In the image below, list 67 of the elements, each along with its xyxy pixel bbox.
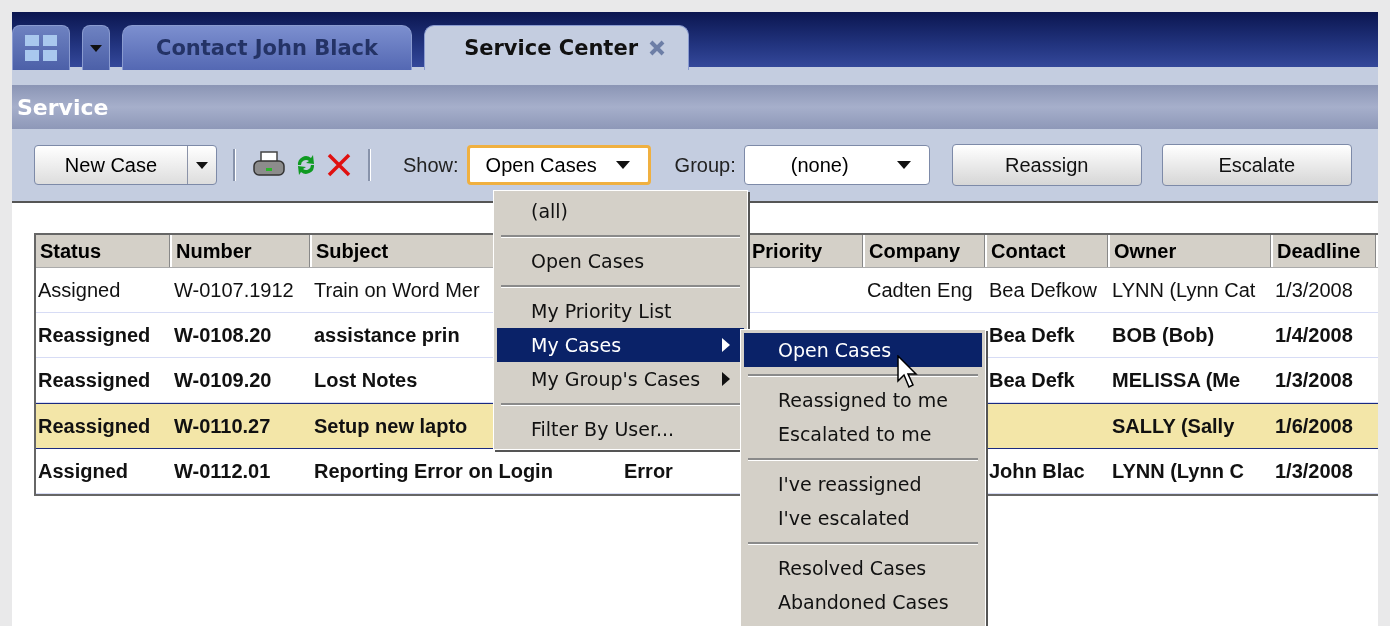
table-cell: 1/3/2008 [1275, 278, 1353, 302]
menu-item[interactable]: I've escalated [744, 501, 982, 535]
column-header[interactable]: Owner [1110, 235, 1273, 267]
column-header[interactable]: Contact [987, 235, 1110, 267]
table-cell: BOB (Bob) [1112, 323, 1215, 347]
column-header[interactable]: Number [172, 235, 312, 267]
delete-icon[interactable] [326, 152, 352, 178]
grid-button[interactable] [12, 25, 70, 70]
table-cell: W-0112.01 [174, 459, 271, 483]
column-header[interactable]: Deadline [1273, 235, 1378, 267]
menu-item[interactable]: Abandoned Cases [744, 585, 982, 619]
close-icon[interactable] [648, 39, 666, 57]
menu-item[interactable]: Escalated to me [744, 417, 982, 451]
menu-item[interactable]: (all) [497, 194, 744, 228]
menu-item[interactable]: Reassigned to me [744, 383, 982, 417]
show-label: Show: [403, 153, 459, 177]
menu-item[interactable]: Filter By User... [497, 412, 744, 446]
caret-icon [615, 161, 630, 169]
table-cell: 1/4/2008 [1275, 323, 1353, 347]
table-cell: SALLY (Sally [1112, 414, 1235, 438]
table-cell: Error [624, 459, 673, 483]
table-cell: W-0110.27 [174, 414, 271, 438]
menu-item[interactable]: Open Cases [744, 333, 982, 367]
table-cell: John Blac [989, 459, 1085, 483]
table-cell: LYNN (Lynn Cat [1112, 278, 1256, 302]
column-header[interactable]: Status [36, 235, 172, 267]
menu-item[interactable]: My Priority List [497, 294, 744, 328]
menu-item[interactable]: Resolved Cases [744, 551, 982, 585]
table-cell: 1/6/2008 [1275, 414, 1353, 438]
table-cell: Assigned [38, 459, 129, 483]
caret-icon [196, 161, 208, 169]
tab[interactable]: Service Center [424, 25, 689, 70]
table-cell: Reassigned [38, 323, 151, 347]
table-cell: Lost Notes [314, 368, 418, 392]
table-cell: Bea Defk [989, 368, 1075, 392]
table-cell: Cadten Eng [867, 278, 973, 302]
caret-icon [90, 44, 102, 52]
menu-item[interactable]: My Group's Cases [497, 362, 744, 396]
tab-list-button[interactable] [82, 25, 110, 70]
table-cell: assistance prin [314, 323, 460, 347]
menu-item[interactable]: My Cases [497, 328, 744, 362]
toolbar-button[interactable]: Reassign [951, 144, 1142, 186]
table-cell: LYNN (Lynn C [1112, 459, 1244, 483]
show-dropdown[interactable]: Open Cases [466, 145, 651, 185]
group-dropdown[interactable]: (none) [743, 145, 930, 185]
toolbar-button[interactable]: Escalate [1161, 144, 1352, 186]
table-cell: Reporting Error on Login [314, 459, 553, 483]
table-cell: Bea Defk [989, 323, 1075, 347]
table-cell: Assigned [38, 278, 121, 302]
group-label: Group: [674, 153, 736, 177]
table-cell: Reassigned [38, 368, 151, 392]
caret-icon [896, 161, 911, 169]
new-case-button[interactable]: New Case [34, 145, 217, 185]
table-cell: Setup new lapto [314, 414, 468, 438]
table-cell: W-0108.20 [174, 323, 272, 347]
table-cell: Bea Defkow [989, 278, 1097, 302]
table-cell: 1/3/2008 [1275, 459, 1353, 483]
table-cell: W-0109.20 [174, 368, 272, 392]
table-cell: W-0107.1912 [174, 278, 294, 302]
panel-title: Service [17, 94, 109, 120]
table-cell: MELISSA (Me [1112, 368, 1241, 392]
grid-icon [24, 34, 58, 62]
table-cell: Train on Word Mer [314, 278, 480, 302]
column-header[interactable]: Company [865, 235, 987, 267]
printer-icon[interactable] [252, 151, 286, 179]
table-cell: Reassigned [38, 414, 151, 438]
table-cell: 1/3/2008 [1275, 368, 1353, 392]
